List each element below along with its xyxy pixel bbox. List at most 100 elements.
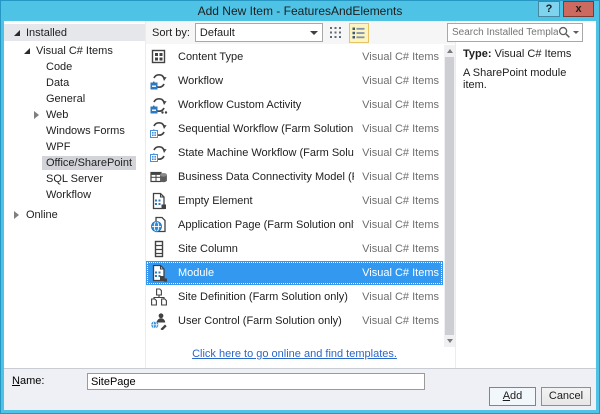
chevron-down-icon — [310, 31, 318, 35]
sidebar-item-code[interactable]: Code — [4, 59, 145, 75]
sidebar-item-wpf[interactable]: WPF — [4, 139, 145, 155]
smalls-view-icon-button[interactable] — [326, 23, 346, 43]
template-type: Visual C# Items — [362, 315, 439, 327]
tree-arrow — [11, 30, 22, 36]
triangle-down-icon — [447, 339, 453, 343]
template-type: Visual C# Items — [362, 195, 439, 207]
sidebar-item-workflow[interactable]: Workflow — [4, 187, 145, 203]
sidebar-item-label: Web — [42, 108, 72, 122]
list-view-button[interactable] — [349, 23, 369, 43]
template-name: User Control (Farm Solution only) — [178, 315, 354, 327]
sidebar-item-data[interactable]: Data — [4, 75, 145, 91]
search-tools[interactable] — [558, 26, 582, 39]
template-item-empty-element[interactable]: Empty ElementVisual C# Items — [146, 189, 443, 213]
template-name: Sequential Workflow (Farm Solution only) — [178, 123, 354, 135]
template-details: Type: Visual C# Items A SharePoint modul… — [463, 48, 591, 91]
scroll-down-button[interactable] — [444, 335, 455, 347]
template-item-site-column[interactable]: Site Column Visual C# Items — [146, 237, 443, 261]
sidebar-item-sql-server[interactable]: SQL Server — [4, 171, 145, 187]
sidebar-item-web[interactable]: Web — [4, 107, 145, 123]
scroll-up-button[interactable] — [444, 45, 455, 57]
sort-dropdown[interactable]: Default — [195, 23, 323, 42]
sidebar-item-office-sharepoint[interactable]: Office/SharePoint — [4, 155, 145, 171]
sidebar-item-windows-forms[interactable]: Windows Forms — [4, 123, 145, 139]
application-page-icon — [150, 216, 170, 234]
view-mode-buttons — [323, 23, 369, 43]
titlebar[interactable]: Add New Item - FeaturesAndElements ? x — [4, 1, 596, 21]
tree-arrow — [21, 48, 32, 54]
add-new-item-dialog: Add New Item - FeaturesAndElements ? x I… — [0, 0, 600, 414]
sidebar-item-label: SQL Server — [42, 172, 107, 186]
template-type: Visual C# Items — [362, 99, 439, 111]
template-name: Site Definition (Farm Solution only) — [178, 291, 354, 303]
empty-element-icon — [150, 192, 170, 210]
template-item-workflow[interactable]: WorkflowVisual C# Items — [146, 69, 443, 93]
list-view-icon — [351, 25, 366, 40]
content-type-icon — [150, 48, 170, 66]
sidebar-item-label: Windows Forms — [42, 124, 129, 138]
template-name: Business Data Connectivity Model (Farm S… — [178, 171, 354, 183]
template-list: Content TypeVisual C# ItemsWorkflowVisua… — [146, 45, 443, 333]
sidebar-item-label: Visual C# Items — [32, 44, 117, 58]
type-label: Type: — [463, 48, 492, 60]
go-online-link[interactable]: Click here to go online and find templat… — [192, 348, 397, 360]
help-button[interactable]: ? — [538, 1, 560, 17]
template-name: Content Type — [178, 51, 354, 63]
template-type: Visual C# Items — [362, 291, 439, 303]
collapsed-arrow-icon — [34, 111, 39, 119]
template-name: Application Page (Farm Solution only) — [178, 219, 354, 231]
bdc-model-icon — [150, 168, 170, 186]
template-item-workflow-custom-activity[interactable]: Workflow Custom Activity Visual C# Items — [146, 93, 443, 117]
sidebar-item-label: Installed — [22, 26, 71, 40]
template-item-site-definition-farm-solution-only[interactable]: Site Definition (Farm Solution only) Visu… — [146, 285, 443, 309]
site-definition-icon — [150, 288, 170, 306]
workflow-icon — [150, 72, 170, 90]
template-type: Visual C# Items — [362, 147, 439, 159]
template-type: Visual C# Items — [362, 243, 439, 255]
small-icons-view-icon — [328, 25, 343, 40]
scrollbar[interactable] — [444, 45, 455, 347]
site-column-icon — [150, 240, 170, 258]
search-icon — [558, 26, 571, 39]
workflow-custom-activity-icon — [150, 96, 170, 114]
sidebar-item-online[interactable]: Online — [4, 207, 145, 223]
sequential-workflow-icon — [150, 120, 170, 138]
sidebar-item-installed[interactable]: Installed — [4, 24, 145, 41]
template-description: A SharePoint module item. — [463, 67, 591, 91]
cancel-button[interactable]: Cancel — [541, 387, 591, 406]
state-machine-workflow-icon — [150, 144, 170, 162]
expanded-arrow-icon — [24, 48, 30, 54]
search-box[interactable] — [447, 23, 583, 42]
template-item-application-page-farm-solution-only[interactable]: Application Page (Farm Solution only)Vis… — [146, 213, 443, 237]
template-type: Visual C# Items — [362, 171, 439, 183]
scrollbar-thumb[interactable] — [445, 57, 454, 335]
template-item-user-control-farm-solution-only[interactable]: User Control (Farm Solution only) Visual … — [146, 309, 443, 333]
sidebar-item-label: Workflow — [42, 188, 95, 202]
sidebar-item-label: Code — [42, 60, 76, 74]
name-label: Name: — [12, 375, 44, 387]
search-input[interactable] — [448, 27, 558, 38]
sidebar-item-label: Online — [22, 208, 62, 222]
template-item-business-data-connectivity-model-farm-solution-only[interactable]: Business Data Connectivity Model (Farm S… — [146, 165, 443, 189]
sort-row: Sort by: Default — [146, 21, 455, 44]
expanded-arrow-icon — [14, 30, 20, 36]
sidebar-item-general[interactable]: General — [4, 91, 145, 107]
sidebar-item-label: Office/SharePoint — [42, 156, 136, 170]
sidebar-item-visual-c-items[interactable]: Visual C# Items — [4, 43, 145, 59]
template-name: Site Column — [178, 243, 354, 255]
template-item-content-type[interactable]: Content Type Visual C# Items — [146, 45, 443, 69]
template-type: Visual C# Items — [362, 267, 439, 279]
close-button[interactable]: x — [563, 1, 594, 17]
template-name: Workflow Custom Activity — [178, 99, 354, 111]
name-input[interactable] — [87, 373, 425, 390]
template-item-state-machine-workflow-farm-solution-only[interactable]: State Machine Workflow (Farm Solution on… — [146, 141, 443, 165]
template-item-sequential-workflow-farm-solution-only[interactable]: Sequential Workflow (Farm Solution only)… — [146, 117, 443, 141]
collapsed-arrow-icon — [14, 211, 19, 219]
add-button[interactable]: Add — [489, 387, 536, 406]
template-type: Visual C# Items — [362, 51, 439, 63]
template-name: Workflow — [178, 75, 354, 87]
sort-by-label: Sort by: — [152, 27, 190, 39]
sort-dropdown-value: Default — [200, 27, 235, 39]
template-item-module[interactable]: ModuleVisual C# Items — [146, 261, 443, 285]
sidebar-item-label: General — [42, 92, 89, 106]
